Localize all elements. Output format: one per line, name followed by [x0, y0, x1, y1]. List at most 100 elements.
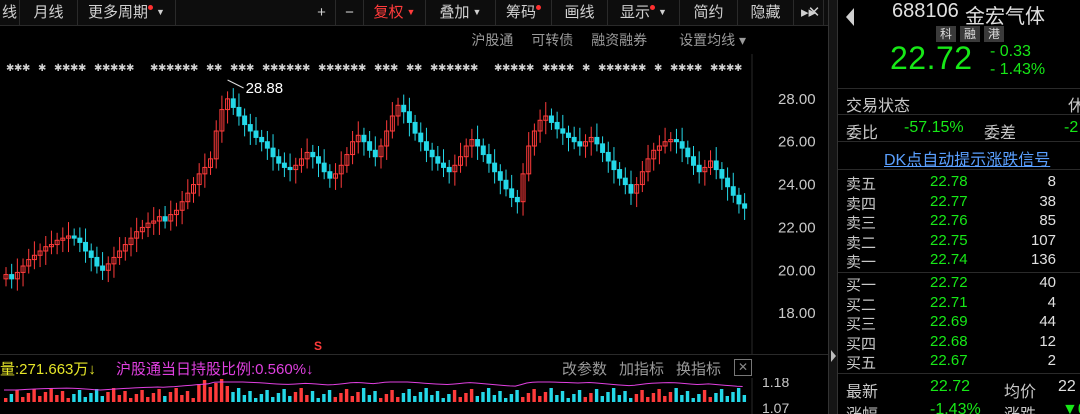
hide-button[interactable]: 隐藏 [738, 0, 794, 25]
volume-bar [293, 392, 298, 402]
y-tick-label: 24.00 [778, 177, 816, 194]
volume-bar [174, 388, 178, 402]
more-periods-button[interactable]: 更多周期 ▼ [78, 0, 176, 25]
period-month-button[interactable]: 月线 [20, 0, 78, 25]
candle [594, 136, 600, 145]
candle [321, 162, 327, 173]
volume-bar [606, 392, 610, 402]
divider [838, 88, 1080, 89]
ask-row[interactable]: 卖五 22.78 8 [838, 173, 1080, 193]
display-button[interactable]: 显示 ▼ [608, 0, 680, 25]
ask-vol: 107 [1030, 231, 1056, 249]
ma-settings-button[interactable]: 设置均线 ▾ [665, 32, 746, 48]
signal-mark: ✱ [390, 63, 398, 74]
dk-signal-link[interactable]: DK点自动提示涨跌信号 [884, 146, 1050, 170]
trade-status-label: 交易状态 [846, 98, 911, 115]
bid-row[interactable]: 买四 22.68 12 [838, 333, 1080, 353]
volume-bar [83, 397, 87, 402]
volume-bar [583, 397, 587, 402]
price-change-pct: - 1.43% [990, 61, 1046, 78]
chart-subbar: 沪股通 可转债 融资融券 设置均线 ▾ [457, 30, 746, 50]
chevron-down-icon: ▼ [406, 7, 416, 17]
bid-price: 22.72 [930, 274, 968, 291]
candle [253, 130, 259, 138]
volume-bar [367, 395, 372, 402]
bid-row[interactable]: 买一 22.72 40 [838, 274, 1080, 294]
chart-toolbar: 线月线 更多周期 ▼ + − 复权 ▼ 叠加 ▼ 筹码 画线 显示 ▼ 简约 隐藏 ▸▸ ✕ [0, 0, 828, 26]
overlay-button[interactable]: 叠加 ▼ [426, 0, 496, 25]
volume-bar [509, 394, 514, 402]
edit-params-button[interactable]: 改参数 [562, 358, 607, 379]
back-arrow-icon[interactable] [846, 8, 854, 26]
bid-name: 买三 [846, 316, 877, 333]
signal-mark: ✱ [214, 63, 222, 74]
volume-bar [742, 395, 747, 402]
candle [9, 274, 15, 280]
avg-price-value: 22 [1058, 378, 1076, 395]
y-tick-label: 18.00 [778, 305, 816, 322]
y-tick-label: 28.00 [778, 91, 816, 108]
divider [838, 114, 1080, 115]
candle [406, 111, 412, 123]
volume-bar [611, 388, 616, 402]
candle [94, 256, 100, 267]
volume-bar [168, 392, 173, 402]
volume-tick-label: 1.18 [762, 378, 789, 390]
volume-bar [55, 395, 59, 402]
margin-trading-toggle[interactable]: 融资融券 [591, 32, 647, 48]
volume-bar [617, 395, 622, 402]
volume-bar [589, 393, 593, 402]
max-price-label: 28.88 [246, 80, 284, 97]
candle [441, 162, 446, 168]
volume-bar [77, 390, 82, 402]
volume-bar [413, 396, 417, 402]
candle [577, 141, 583, 147]
draw-line-button[interactable]: 画线 [552, 0, 608, 25]
volume-bar [401, 393, 406, 402]
switch-indicator-button[interactable]: 换指标 [676, 358, 721, 379]
max-pointer [227, 79, 244, 89]
volume-label: 量:271.663万↓ [0, 361, 96, 378]
close-icon[interactable]: ✕ [734, 359, 752, 376]
hgt-toggle[interactable]: 沪股通 [471, 32, 513, 48]
ask-price: 22.75 [930, 231, 968, 249]
ask-row[interactable]: 卖四 22.77 38 [838, 193, 1080, 213]
candle [242, 115, 248, 126]
indicator-header: 量:271.663万↓ 沪股通当日持股比例:0.560%↓ 改参数 加指标 换指… [0, 354, 828, 378]
bid-row[interactable]: 买三 22.69 44 [838, 313, 1080, 333]
volume-bar [566, 398, 570, 402]
volume-bar [66, 398, 70, 402]
bid-row[interactable]: 买二 22.71 4 [838, 294, 1080, 314]
close-icon[interactable]: ✕ [802, 0, 826, 25]
kline-chart[interactable]: ✱ ✱ ✱ ✱ ✱ ✱ ✱ ✱ ✱ ✱ ✱ ✱ ✱ ✱ ✱ ✱ ✱ ✱ ✱ ✱ ✱ ✱ ✱ ✱ ✱ ✱ ✱ ✱ ✱ ✱ ✱ ✱ ✱ ✱ ✱ ✱ ✱ ✱ ✱ ✱… [0, 54, 828, 354]
chip-label: 筹码 [505, 4, 536, 21]
add-indicator-button[interactable]: 加指标 [619, 358, 664, 379]
restore-rights-button[interactable]: 复权 ▼ [364, 0, 426, 25]
volume-bar [146, 397, 150, 402]
ask-row[interactable]: 卖二 22.75 107 [838, 231, 1080, 252]
convertible-bond-toggle[interactable]: 可转债 [531, 32, 573, 48]
bid-name: 买一 [846, 277, 877, 294]
bid-name: 买二 [846, 296, 877, 314]
volume-bar [265, 390, 269, 402]
ask-row[interactable]: 卖三 22.76 85 [838, 212, 1080, 232]
bid-row[interactable]: 买五 22.67 2 [838, 352, 1080, 372]
volume-chart[interactable]: 1.18 1.07 [0, 374, 828, 414]
chip-button[interactable]: 筹码 [496, 0, 552, 25]
zoom-in-button[interactable]: + [308, 0, 336, 25]
candle [691, 156, 696, 166]
ask-row[interactable]: 卖一 22.74 136 [838, 251, 1080, 271]
volume-bar [691, 398, 695, 402]
period-day-button[interactable]: 线 [0, 0, 20, 25]
simple-mode-button[interactable]: 简约 [680, 0, 738, 25]
collapse-arrow-icon[interactable] [831, 350, 836, 362]
volume-bar [725, 396, 729, 402]
volume-bar [373, 391, 377, 402]
signal-mark: ✱ [302, 63, 310, 74]
candle [492, 162, 498, 173]
chevron-down-icon: ▼ [156, 7, 165, 17]
volume-bar [72, 394, 76, 402]
zoom-out-button[interactable]: − [336, 0, 364, 25]
volume-bar [271, 397, 275, 402]
volume-bar [208, 387, 212, 402]
